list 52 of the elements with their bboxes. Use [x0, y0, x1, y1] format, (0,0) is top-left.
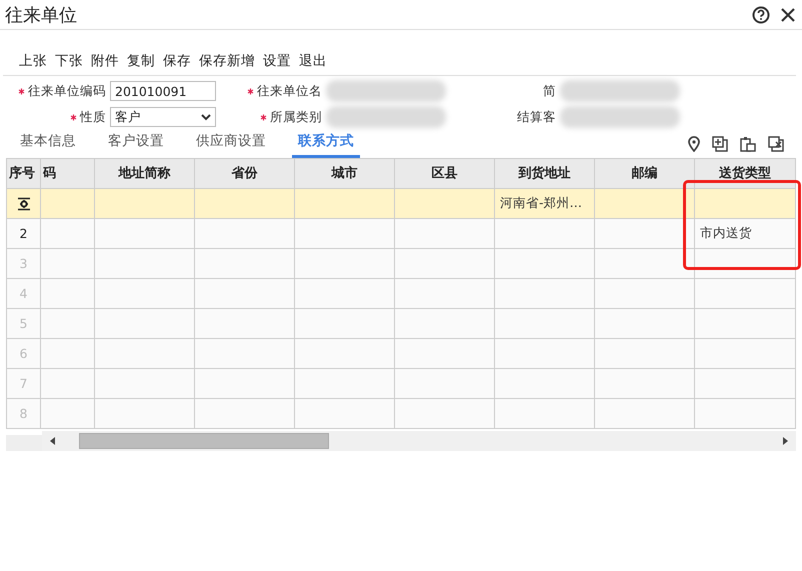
column-header[interactable]: 地址简称 [95, 159, 195, 189]
column-header[interactable]: 城市 [295, 159, 395, 189]
column-header[interactable]: 区县 [395, 159, 495, 189]
toolbar-button[interactable]: 设置 [259, 52, 295, 74]
close-icon[interactable] [780, 6, 796, 22]
field-label: 简 [543, 82, 556, 100]
column-header[interactable]: 到货地址 [495, 159, 595, 189]
field-label: 性质 [80, 108, 106, 126]
row-number: 5 [20, 316, 28, 331]
row-number: 8 [20, 406, 28, 421]
row-number: 3 [20, 256, 28, 271]
tab[interactable]: 基本信息 [14, 128, 82, 158]
column-header[interactable]: 序号 [7, 159, 41, 189]
row-number: 7 [20, 376, 28, 391]
column-header[interactable]: 省份 [195, 159, 295, 189]
input-field[interactable]: 201010091 [110, 81, 216, 101]
selected-row[interactable]: 河南省-郑州… [7, 189, 796, 219]
field-label: 往来单位名 [257, 82, 322, 100]
scrollbar-thumb[interactable] [79, 433, 329, 449]
row-number: 2 [20, 226, 28, 241]
location-pin-icon[interactable] [688, 136, 700, 152]
field-label: 结算客 [517, 108, 556, 126]
select-field[interactable]: 客户 [110, 107, 216, 127]
toolbar-button[interactable]: 下张 [51, 52, 87, 74]
scroll-right-icon[interactable] [782, 437, 788, 445]
tab[interactable]: 供应商设置 [190, 128, 272, 158]
toolbar-button[interactable]: 上张 [15, 52, 51, 74]
settings-icon[interactable] [16, 196, 30, 210]
column-header[interactable]: 邮编 [595, 159, 695, 189]
scroll-left-icon[interactable] [50, 437, 56, 445]
field-label: 所属类别 [270, 108, 322, 126]
add-copy-icon[interactable] [712, 136, 728, 152]
help-icon[interactable] [752, 6, 770, 24]
table-row[interactable]: 2 市内送货 [7, 219, 796, 249]
column-header[interactable]: 送货类型 [695, 159, 796, 189]
delete-copy-icon[interactable] [768, 136, 784, 152]
row-number: 6 [20, 346, 28, 361]
column-header[interactable]: 码 [41, 159, 95, 189]
toolbar-button[interactable]: 复制 [123, 52, 159, 74]
paste-icon[interactable] [740, 136, 756, 152]
tab[interactable]: 客户设置 [102, 128, 170, 158]
toolbar-button[interactable]: 附件 [87, 52, 123, 74]
toolbar-button[interactable]: 保存 [159, 52, 195, 74]
field-label: 往来单位编码 [28, 82, 106, 100]
toolbar-button[interactable]: 保存新增 [195, 52, 259, 74]
table-cell: 市内送货 [700, 225, 752, 242]
chevron-down-icon[interactable] [201, 114, 211, 120]
horizontal-scrollbar[interactable] [42, 431, 796, 451]
table-cell: 河南省-郑州… [500, 195, 582, 212]
toolbar-button[interactable]: 退出 [295, 52, 331, 74]
window-title: 往来单位 [5, 4, 77, 26]
row-number: 4 [20, 286, 28, 301]
